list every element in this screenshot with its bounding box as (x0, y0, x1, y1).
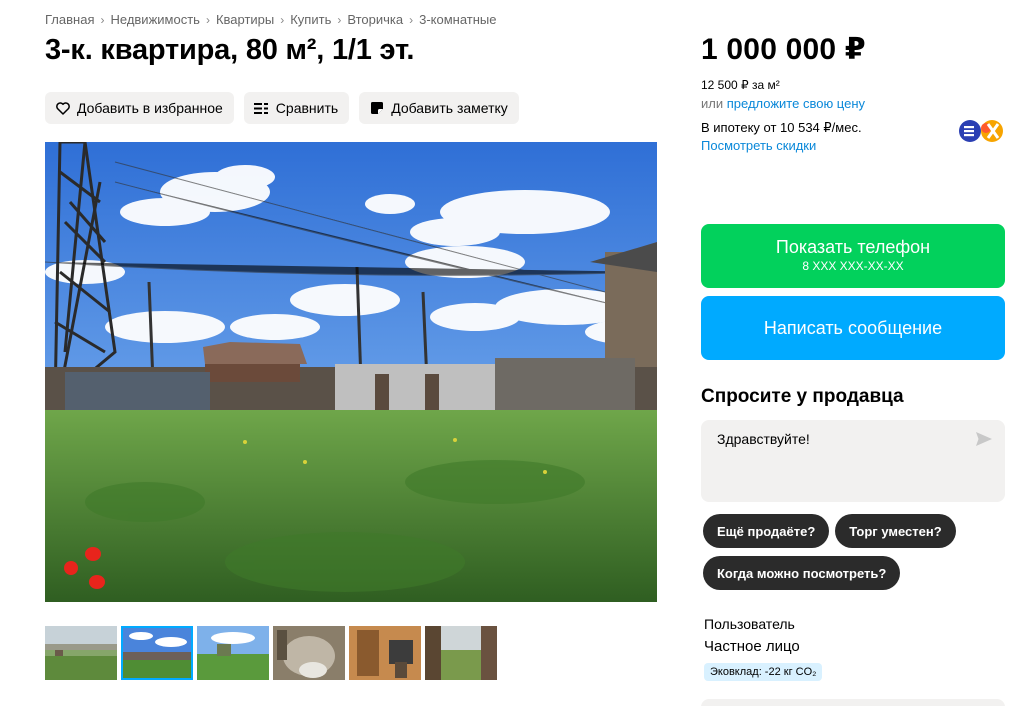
main-photo[interactable] (45, 142, 657, 602)
thumbnail-4[interactable] (273, 626, 345, 680)
thumbnail-3[interactable] (197, 626, 269, 680)
thumbnail-2[interactable] (121, 626, 193, 680)
send-message-label: Написать сообщение (763, 317, 943, 338)
ask-seller-input[interactable]: Здравствуйте! (701, 420, 1005, 502)
chevron-right-icon: › (205, 12, 210, 27)
compare-button[interactable]: Сравнить (243, 92, 350, 124)
price-per-square-meter: 12 500 ₽ за м² (701, 78, 780, 92)
listing-photo-image (45, 142, 657, 602)
price-offer-prefix: или (701, 96, 724, 111)
chevron-right-icon: › (409, 12, 414, 27)
add-to-favorites-button[interactable]: Добавить в избранное (45, 92, 234, 124)
breadcrumb-3-rooms[interactable]: 3-комнатные (419, 12, 496, 27)
discounts: Посмотреть скидки (701, 138, 816, 153)
photo-thumbnails (45, 626, 497, 680)
thumbnail-5[interactable] (349, 626, 421, 680)
price: 1 000 000 ₽ (701, 33, 866, 66)
quick-reply-still-selling[interactable]: Ещё продаёте? (703, 514, 830, 548)
page-title: 3-к. квартира, 80 м², 1/1 эт. (45, 34, 415, 66)
compare-label: Сравнить (275, 100, 339, 116)
breadcrumb-apartments[interactable]: Квартиры (216, 12, 274, 27)
seller-name[interactable]: Пользователь (704, 616, 795, 632)
thumbnail-6[interactable] (425, 626, 497, 680)
quick-reply-when-to-view[interactable]: Когда можно посмотреть? (703, 556, 901, 590)
seller-type: Частное лицо (704, 638, 800, 655)
seller-info-panel (701, 699, 1005, 706)
breadcrumb-home[interactable]: Главная (45, 12, 94, 27)
quick-replies: Ещё продаёте? Торг уместен? Когда можно … (703, 514, 1003, 590)
thumbnail-1[interactable] (45, 626, 117, 680)
ask-seller-title: Спросите у продавца (701, 386, 904, 407)
show-phone-label: Показать телефон (775, 237, 931, 257)
add-note-button[interactable]: Добавить заметку (359, 92, 519, 124)
chevron-right-icon: › (337, 12, 342, 27)
bank-logo-icon[interactable] (958, 118, 1006, 144)
suggest-price-link[interactable]: предложите свою цену (727, 96, 865, 111)
compare-icon (254, 100, 270, 116)
note-icon (369, 100, 385, 116)
chevron-right-icon: › (100, 12, 105, 27)
add-note-label: Добавить заметку (391, 100, 508, 116)
breadcrumb-buy[interactable]: Купить (290, 12, 331, 27)
phone-masked: 8 XXX XXX-XX-XX (802, 259, 904, 273)
breadcrumb-secondary[interactable]: Вторичка (347, 12, 403, 27)
breadcrumb: Главная › Недвижимость › Квартиры › Купи… (45, 12, 496, 27)
send-icon[interactable] (975, 430, 993, 448)
chevron-right-icon: › (280, 12, 285, 27)
add-to-favorites-label: Добавить в избранное (77, 100, 223, 116)
eco-badge: Эковклад: -22 кг CO₂ (704, 663, 823, 681)
listing-actions: Добавить в избранное Сравнить Добавить з… (45, 92, 519, 124)
ask-seller-text: Здравствуйте! (717, 431, 810, 447)
breadcrumb-realty[interactable]: Недвижимость (110, 12, 199, 27)
view-discounts-link[interactable]: Посмотреть скидки (701, 138, 816, 153)
heart-icon (55, 100, 71, 116)
mortgage-info: В ипотеку от 10 534 ₽/мес. (701, 120, 862, 135)
show-phone-button[interactable]: Показать телефон 8 XXX XXX-XX-XX (701, 224, 1005, 288)
quick-reply-bargain[interactable]: Торг уместен? (835, 514, 956, 548)
price-offer: или предложите свою цену (701, 96, 865, 111)
send-message-button[interactable]: Написать сообщение (701, 296, 1005, 360)
